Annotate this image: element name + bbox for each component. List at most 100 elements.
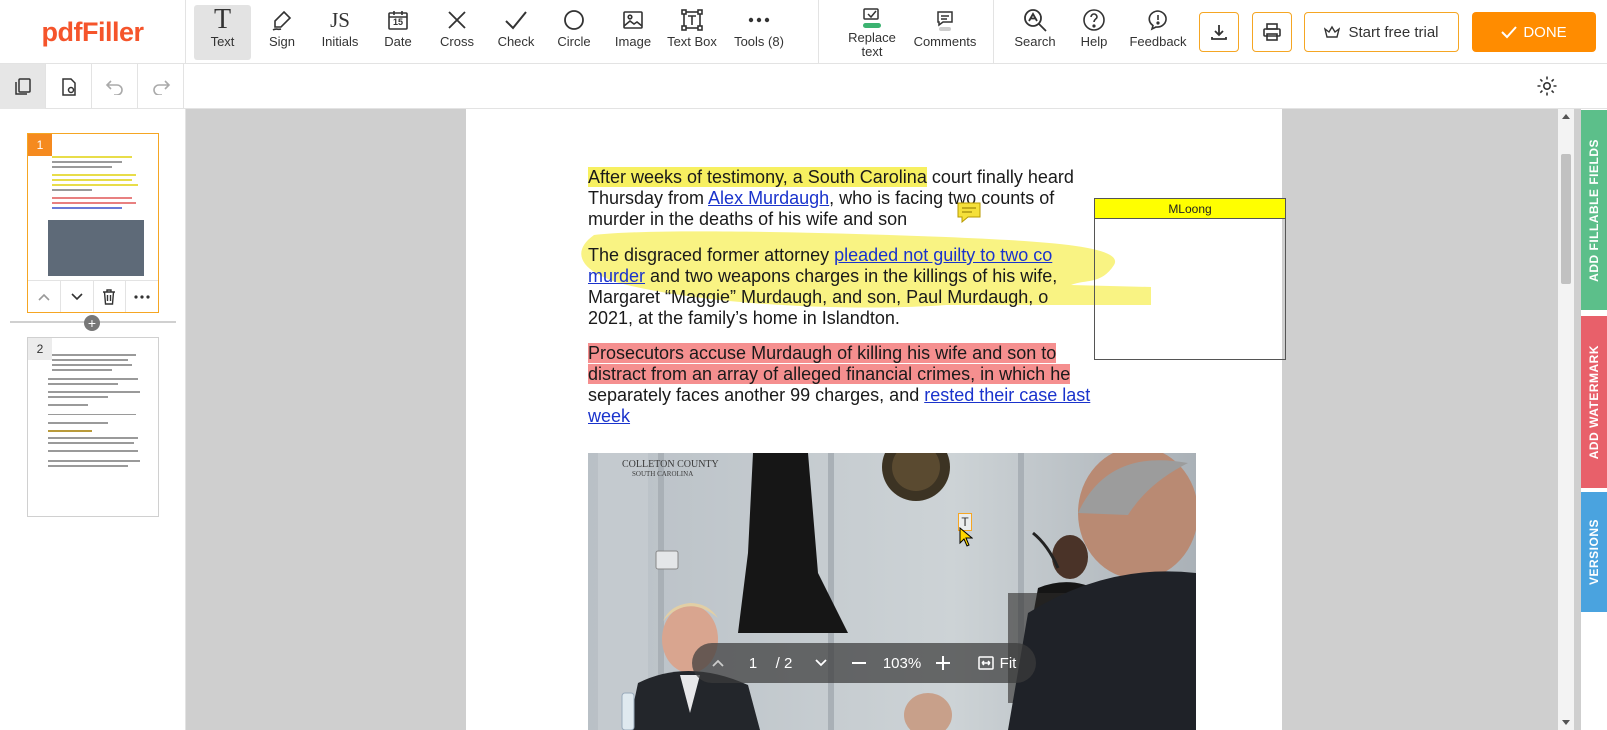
replace-text-label-line2: text bbox=[861, 44, 883, 59]
scrollbar-thumb[interactable] bbox=[1561, 154, 1571, 284]
zoom-in-button[interactable] bbox=[922, 643, 964, 683]
previous-page-button[interactable] bbox=[692, 643, 744, 683]
text-tool-label: Text bbox=[210, 34, 235, 49]
comments-icon bbox=[937, 11, 953, 31]
replace-text-label-line1: Replace bbox=[848, 30, 896, 45]
toolbar-divider bbox=[818, 0, 819, 64]
document-gear-icon bbox=[61, 77, 76, 96]
mloong-annotation-box[interactable]: MLoong bbox=[1094, 198, 1286, 360]
replace-text-button[interactable]: Replace text bbox=[840, 4, 904, 59]
chevron-up-icon bbox=[712, 659, 724, 667]
search-button[interactable]: Search bbox=[1010, 5, 1060, 60]
document-canvas[interactable]: After weeks of testimony, a South Caroli… bbox=[186, 109, 1581, 730]
help-question-icon bbox=[1083, 9, 1105, 31]
move-page-up-button[interactable] bbox=[28, 281, 61, 312]
search-icon bbox=[1024, 9, 1047, 32]
zoom-out-button[interactable] bbox=[836, 643, 882, 683]
redo-button[interactable] bbox=[138, 64, 184, 109]
cross-tool-label: Cross bbox=[440, 34, 474, 49]
date-tool-button[interactable]: 15 Date bbox=[374, 5, 422, 60]
circle-tool-button[interactable]: Circle bbox=[550, 5, 598, 60]
scroll-up-arrow-icon[interactable] bbox=[1562, 113, 1570, 119]
chevron-down-icon bbox=[71, 292, 83, 300]
printer-icon bbox=[1263, 23, 1281, 41]
red-highlighted-text[interactable]: distract from an array of alleged financ… bbox=[588, 364, 1071, 384]
plus-icon bbox=[936, 656, 950, 670]
move-page-down-button[interactable] bbox=[61, 281, 94, 312]
add-fillable-fields-tab[interactable]: ADD FILLABLE FIELDS bbox=[1581, 110, 1607, 310]
search-label: Search bbox=[1014, 34, 1056, 49]
courtroom-photo[interactable]: COLLETON COUNTY SOUTH CAROLINA T bbox=[588, 453, 1196, 730]
print-button[interactable] bbox=[1252, 12, 1292, 52]
page-thumbnails-panel: 1 + 2 bbox=[0, 109, 186, 730]
document-settings-button[interactable] bbox=[46, 64, 92, 109]
vertical-scrollbar[interactable] bbox=[1558, 109, 1574, 730]
pages-icon bbox=[14, 77, 31, 95]
fit-page-button[interactable]: Fit bbox=[964, 643, 1030, 683]
page-more-options-button[interactable] bbox=[126, 281, 158, 312]
more-tools-label: Tools (8) bbox=[734, 34, 784, 49]
textbox-tool-button[interactable]: Text Box bbox=[664, 5, 720, 60]
redo-icon bbox=[152, 79, 170, 95]
next-page-button[interactable] bbox=[806, 643, 836, 683]
download-button[interactable] bbox=[1199, 12, 1239, 52]
help-button[interactable]: Help bbox=[1072, 5, 1116, 60]
cross-tool-button[interactable]: Cross bbox=[433, 5, 481, 60]
add-page-button[interactable]: + bbox=[84, 315, 100, 331]
annotation-author: MLoong bbox=[1095, 199, 1285, 219]
minus-icon bbox=[852, 662, 866, 664]
start-free-trial-button[interactable]: Start free trial bbox=[1304, 12, 1459, 52]
date-tool-label: Date bbox=[384, 34, 412, 49]
initials-icon: JS bbox=[330, 7, 350, 32]
sign-tool-button[interactable]: Sign bbox=[258, 5, 306, 60]
link-rested-case[interactable]: rested their case last bbox=[924, 385, 1090, 405]
thumbnail-photo bbox=[48, 220, 144, 276]
red-highlighted-text[interactable]: Prosecutors accuse Murdaugh of killing h… bbox=[588, 343, 1057, 363]
more-horizontal-icon bbox=[748, 17, 770, 23]
done-button[interactable]: DONE bbox=[1472, 12, 1596, 52]
initials-tool-button[interactable]: JS Initials bbox=[314, 5, 366, 60]
circle-tool-label: Circle bbox=[557, 34, 591, 49]
highlighted-text[interactable]: After weeks of testimony, a South Caroli… bbox=[588, 167, 927, 187]
image-icon bbox=[623, 11, 643, 29]
cross-icon bbox=[448, 11, 466, 29]
check-tool-button[interactable]: Check bbox=[492, 5, 540, 60]
link-week[interactable]: week bbox=[588, 406, 630, 426]
check-icon bbox=[1501, 26, 1518, 39]
zoom-level[interactable]: 103% bbox=[882, 643, 922, 683]
link-pleaded-not-guilty[interactable]: pleaded not guilty to two co bbox=[834, 245, 1052, 265]
fit-screen-icon bbox=[977, 656, 994, 670]
initials-tool-label: Initials bbox=[321, 34, 359, 49]
help-label: Help bbox=[1080, 34, 1108, 49]
page-navigation-bar: 1 / 2 103% Fit bbox=[692, 643, 1036, 683]
link-alex-murdaugh[interactable]: Alex Murdaugh bbox=[708, 188, 829, 208]
page-thumbnail-1[interactable]: 1 bbox=[27, 133, 159, 313]
comments-button[interactable]: Comments bbox=[910, 5, 980, 60]
link-murder[interactable]: murder bbox=[588, 266, 645, 286]
sticky-note-comment-icon[interactable] bbox=[956, 201, 982, 223]
pdffiller-logo[interactable]: pdfFiller bbox=[0, 0, 186, 64]
more-horizontal-icon bbox=[134, 294, 150, 299]
text-tool-button[interactable]: T Text bbox=[194, 5, 251, 60]
check-tool-label: Check bbox=[497, 34, 535, 49]
page-thumbnail-2[interactable]: 2 bbox=[27, 337, 159, 517]
comments-label: Comments bbox=[913, 34, 977, 49]
courtroom-photo-graphic bbox=[588, 453, 1196, 730]
add-watermark-tab[interactable]: ADD WATERMARK bbox=[1581, 316, 1607, 488]
paragraph-2: The disgraced former attorney pleaded no… bbox=[588, 245, 1058, 328]
secondary-toolbar bbox=[0, 64, 1607, 109]
document-page[interactable]: After weeks of testimony, a South Caroli… bbox=[466, 109, 1286, 730]
paragraph-1: After weeks of testimony, a South Caroli… bbox=[588, 167, 1074, 229]
image-tool-button[interactable]: Image bbox=[608, 5, 658, 60]
scroll-down-arrow-icon[interactable] bbox=[1562, 720, 1570, 726]
gear-icon bbox=[1537, 76, 1557, 96]
delete-page-button[interactable] bbox=[94, 281, 127, 312]
settings-button[interactable] bbox=[1536, 75, 1558, 97]
feedback-button[interactable]: Feedback bbox=[1126, 5, 1190, 60]
undo-button[interactable] bbox=[92, 64, 138, 109]
versions-tab[interactable]: VERSIONS bbox=[1581, 492, 1607, 612]
page-thumbnails-toggle[interactable] bbox=[0, 64, 46, 109]
current-page-input[interactable]: 1 bbox=[744, 643, 762, 683]
replace-text-icon bbox=[863, 7, 881, 28]
more-tools-button[interactable]: Tools (8) bbox=[727, 5, 791, 60]
